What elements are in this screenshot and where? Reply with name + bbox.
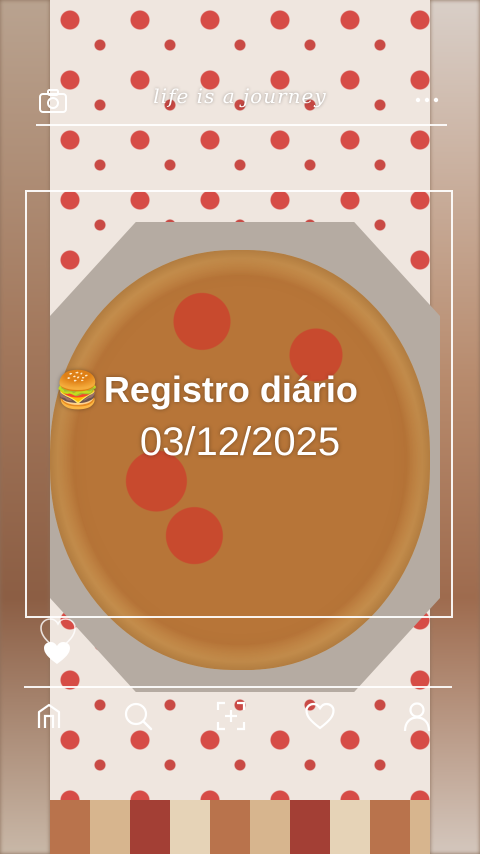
entry-title: 🍔 Registro diário [55,362,435,418]
camera-icon[interactable] [38,88,68,114]
home-icon[interactable] [32,698,66,734]
more-icon[interactable] [414,90,440,110]
top-divider [36,124,447,126]
entry-date: 03/12/2025 [139,420,341,464]
heart-icon[interactable] [303,698,337,734]
search-icon[interactable] [121,698,155,734]
add-icon[interactable] [214,698,248,734]
top-bar: life is a journey [0,78,480,126]
story-overlay: life is a journey 🍔 Registro diário 03/1… [0,0,480,854]
entry-title-text: Registro diário [103,369,358,410]
burger-emoji: 🍔 [55,369,100,410]
profile-icon[interactable] [400,698,434,734]
bottom-nav [0,696,480,738]
heart-filled-icon[interactable] [42,640,72,666]
bottom-divider [24,686,452,688]
header-title: life is a journey [153,84,327,108]
